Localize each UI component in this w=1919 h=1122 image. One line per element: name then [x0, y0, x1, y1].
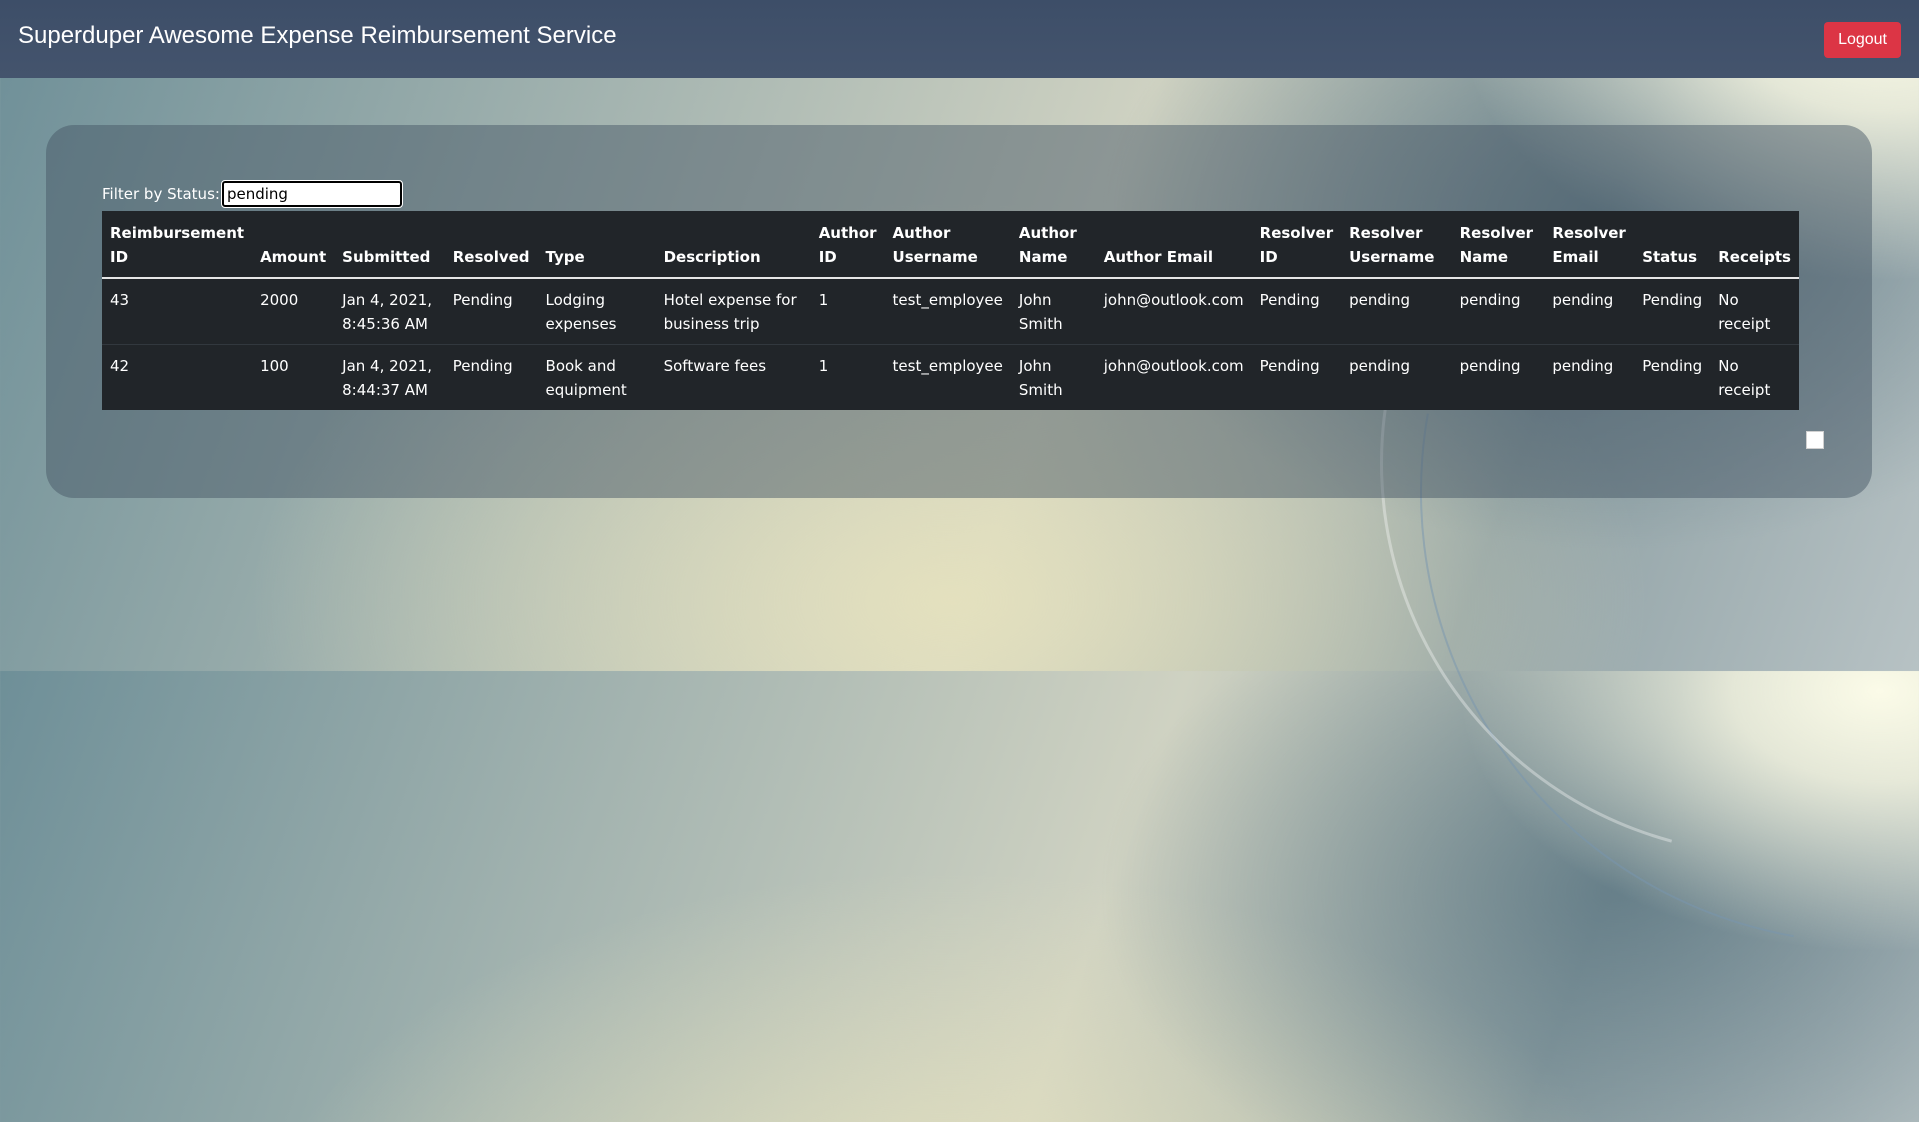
cell-author-id: 1 [810, 277, 885, 345]
column-header: Resolver Username [1341, 211, 1452, 279]
cell-amount: 100 [252, 344, 335, 410]
cell-description: Software fees [655, 344, 811, 410]
cell-resolved: Pending [444, 277, 538, 345]
cell-resolver-username: pending [1341, 344, 1452, 410]
column-header: Amount [252, 211, 335, 279]
column-header: Submitted [334, 211, 445, 279]
reimbursements-panel: Filter by Status: Reimbursement ID Amoun… [46, 125, 1872, 498]
cell-receipts: No receipt [1710, 277, 1799, 345]
column-header: Type [537, 211, 656, 279]
table-row: 43 2000 Jan 4, 2021, 8:45:36 AM Pending … [102, 277, 1799, 345]
cell-submitted: Jan 4, 2021, 8:44:37 AM [334, 344, 445, 410]
cell-type: Lodging expenses [537, 277, 656, 345]
cell-resolver-email: pending [1544, 344, 1635, 410]
cell-resolver-name: pending [1451, 344, 1545, 410]
column-header: Receipts [1710, 211, 1799, 279]
filter-label: Filter by Status: [102, 185, 220, 203]
status-filter-input[interactable] [220, 180, 403, 208]
reimbursements-table-wrap: Reimbursement ID Amount Submitted Resolv… [102, 211, 1799, 410]
cell-author-username: test_employee [884, 277, 1011, 345]
cell-status: Pending [1634, 344, 1711, 410]
cell-status: Pending [1634, 277, 1711, 345]
cell-reimbursement-id: 43 [102, 277, 253, 345]
cell-author-email: john@outlook.com [1095, 277, 1252, 345]
app-header: Superduper Awesome Expense Reimbursement… [0, 0, 1919, 78]
cell-submitted: Jan 4, 2021, 8:45:36 AM [334, 277, 445, 345]
column-header: Reimbursement ID [102, 211, 253, 279]
pagination-control[interactable] [1806, 431, 1824, 449]
table-header-row: Reimbursement ID Amount Submitted Resolv… [102, 211, 1799, 279]
column-header: Resolved [444, 211, 538, 279]
table-row: 42 100 Jan 4, 2021, 8:44:37 AM Pending B… [102, 344, 1799, 410]
cell-resolver-username: pending [1341, 277, 1452, 345]
cell-description: Hotel expense for business trip [655, 277, 811, 345]
cell-resolver-email: pending [1544, 277, 1635, 345]
column-header: Author Name [1010, 211, 1096, 279]
reimbursements-table: Reimbursement ID Amount Submitted Resolv… [102, 211, 1799, 410]
column-header: Resolver ID [1251, 211, 1342, 279]
column-header: Resolver Email [1544, 211, 1635, 279]
cell-resolver-name: pending [1451, 277, 1545, 345]
column-header: Description [655, 211, 811, 279]
logout-button[interactable]: Logout [1824, 22, 1901, 58]
cell-author-name: John Smith [1010, 277, 1096, 345]
cell-amount: 2000 [252, 277, 335, 345]
column-header: Author Username [884, 211, 1011, 279]
cell-author-id: 1 [810, 344, 885, 410]
cell-type: Book and equipment [537, 344, 656, 410]
column-header: Author ID [810, 211, 885, 279]
column-header: Resolver Name [1451, 211, 1545, 279]
column-header: Author Email [1095, 211, 1252, 279]
cell-author-name: John Smith [1010, 344, 1096, 410]
status-filter: Filter by Status: [102, 180, 403, 208]
app-title: Superduper Awesome Expense Reimbursement… [18, 22, 617, 49]
cell-resolver-id: Pending [1251, 344, 1342, 410]
column-header: Status [1634, 211, 1711, 279]
cell-resolver-id: Pending [1251, 277, 1342, 345]
cell-author-email: john@outlook.com [1095, 344, 1252, 410]
cell-reimbursement-id: 42 [102, 344, 253, 410]
cell-receipts: No receipt [1710, 344, 1799, 410]
cell-author-username: test_employee [884, 344, 1011, 410]
cell-resolved: Pending [444, 344, 538, 410]
